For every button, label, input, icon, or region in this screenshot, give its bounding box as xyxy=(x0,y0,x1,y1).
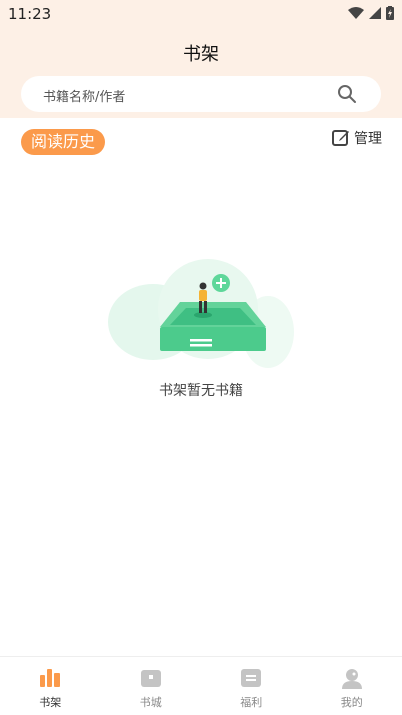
bottom-tab-bar: 书架 书城 福利 我的 xyxy=(0,656,402,715)
empty-state-message: 书架暂无书籍 xyxy=(0,380,402,400)
tab-bookstore[interactable]: 书城 xyxy=(101,657,202,715)
search-input[interactable]: 书籍名称/作者 xyxy=(43,86,125,105)
profile-icon xyxy=(342,669,362,693)
status-bar: 11:23 xyxy=(0,0,402,28)
bookshelf-icon xyxy=(40,669,60,691)
empty-bookshelf-illustration xyxy=(108,254,298,373)
reading-history-tag: 阅读历史 xyxy=(21,129,105,155)
welfare-icon xyxy=(241,669,261,691)
manage-label: 管理 xyxy=(354,128,382,148)
manage-button[interactable]: 管理 xyxy=(332,128,382,148)
tab-label: 福利 xyxy=(201,694,302,710)
wifi-icon xyxy=(348,7,364,19)
tab-label: 书城 xyxy=(101,694,202,710)
status-time: 11:23 xyxy=(8,5,51,23)
tab-label: 我的 xyxy=(302,694,402,710)
tab-welfare[interactable]: 福利 xyxy=(201,657,302,715)
status-icons xyxy=(348,6,394,20)
search-icon[interactable] xyxy=(337,84,357,108)
tab-profile[interactable]: 我的 xyxy=(302,657,402,715)
edit-icon xyxy=(332,129,350,147)
tab-label: 书架 xyxy=(0,694,101,710)
search-bar[interactable]: 书籍名称/作者 xyxy=(21,76,381,112)
page-title: 书架 xyxy=(0,40,402,66)
tab-bookshelf[interactable]: 书架 xyxy=(0,657,101,715)
bookstore-icon xyxy=(141,669,161,691)
signal-icon xyxy=(369,7,381,19)
battery-icon xyxy=(386,6,394,20)
